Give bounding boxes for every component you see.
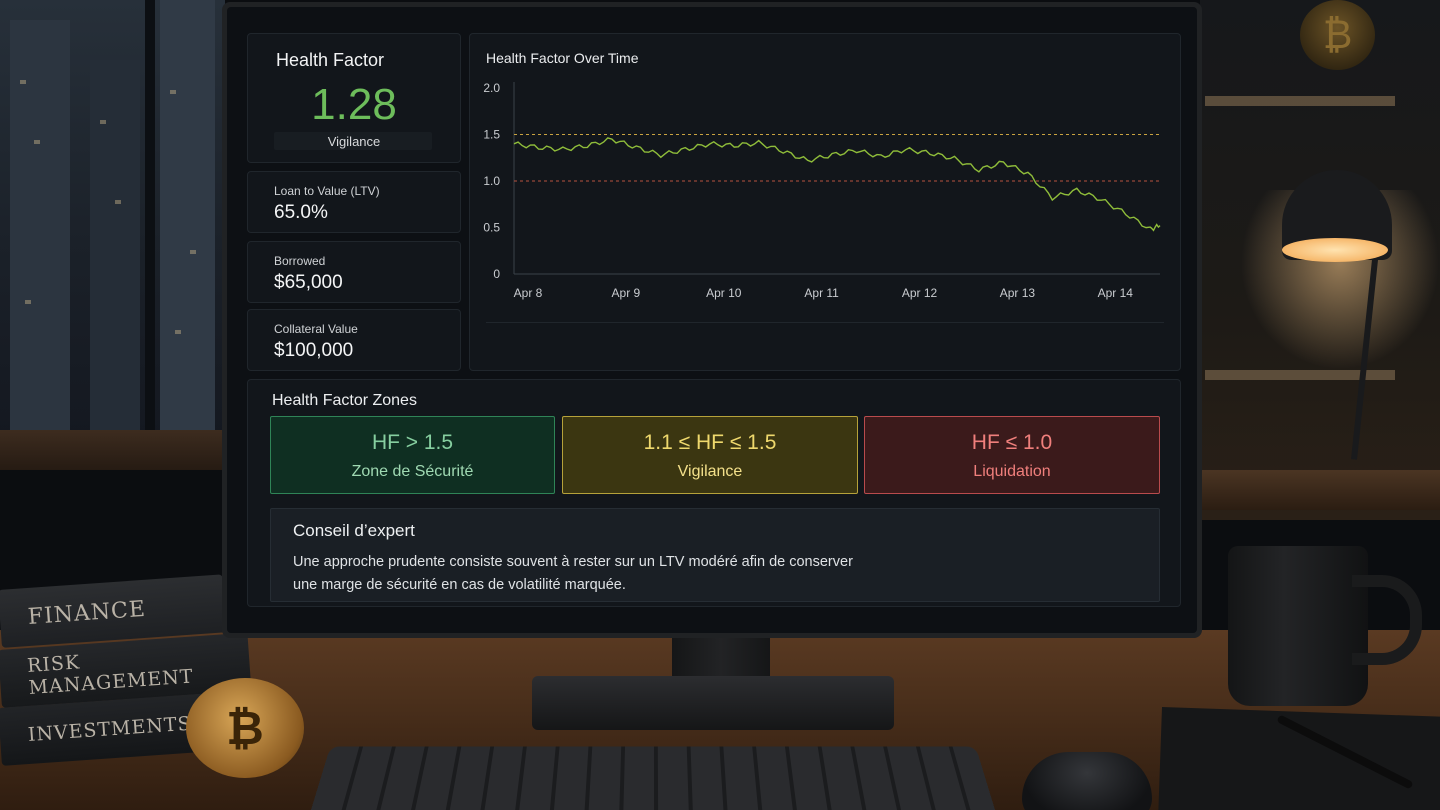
collateral-card: Collateral Value $100,000 (247, 309, 461, 371)
x-tick-label: Apr 14 (1098, 286, 1134, 300)
side-table (0, 430, 225, 470)
mouse-icon (1022, 752, 1152, 810)
zone-vigilance: 1.1 ≤ HF ≤ 1.5 Vigilance (562, 416, 858, 494)
zone-safe: HF > 1.5 Zone de Sécurité (270, 416, 555, 494)
advice-text: Une approche prudente consiste souvent à… (293, 551, 933, 597)
zones-title: Health Factor Zones (272, 392, 417, 409)
advice-title: Conseil d’expert (293, 521, 415, 540)
x-tick-label: Apr 13 (1000, 286, 1036, 300)
zone-liquidation-condition: HF ≤ 1.0 (971, 431, 1053, 454)
y-tick-label: 0.5 (483, 221, 500, 235)
collateral-value: $100,000 (274, 340, 354, 361)
health-factor-chart-card: Health Factor Over Time 0 0.5 1.0 1.5 2.0 Apr… (469, 33, 1181, 371)
ltv-value: 65.0% (274, 202, 328, 223)
bitcoin-icon: ₿ (1300, 0, 1375, 70)
coffee-mug-icon (1228, 546, 1368, 706)
advice-text-line: Une approche prudente consiste souvent à… (293, 554, 853, 570)
zone-safe-label: Zone de Sécurité (351, 463, 474, 480)
zone-safe-condition: HF > 1.5 (371, 431, 454, 454)
dashboard-screen: Health Factor 1.28 Vigilance Loan to Val… (227, 7, 1197, 633)
borrowed-value: $65,000 (274, 272, 343, 293)
ltv-card: Loan to Value (LTV) 65.0% (247, 171, 461, 233)
shelf (1205, 370, 1395, 380)
x-tick-label: Apr 10 (706, 286, 742, 300)
zone-liquidation: HF ≤ 1.0 Liquidation (864, 416, 1160, 494)
zone-vigilance-condition: 1.1 ≤ HF ≤ 1.5 (643, 431, 777, 454)
shelf (1205, 96, 1395, 106)
monitor-stand-base (532, 676, 894, 730)
y-tick-label: 2.0 (483, 81, 500, 95)
borrowed-card: Borrowed $65,000 (247, 241, 461, 303)
health-factor-series-line (513, 137, 1161, 232)
keyboard (304, 746, 1002, 810)
collateral-label: Collateral Value (274, 322, 358, 336)
y-tick-label: 1.5 (483, 128, 500, 142)
x-tick-label: Apr 9 (612, 286, 641, 300)
mug-handle (1352, 575, 1422, 665)
city-window (0, 0, 225, 440)
x-tick-label: Apr 11 (804, 286, 839, 300)
y-tick-label: 1.0 (483, 174, 500, 188)
zone-vigilance-label: Vigilance (677, 463, 743, 480)
lamp-bulb (1282, 238, 1388, 262)
side-table (1200, 470, 1440, 510)
y-tick-label: 0 (493, 267, 500, 281)
notebook (1158, 706, 1440, 810)
advice-text-line: une marge de sécurité en cas de volatili… (293, 577, 626, 593)
health-factor-value: 1.28 (311, 80, 397, 129)
expert-advice-panel: Conseil d’expert Une approche prudente c… (270, 508, 1160, 602)
bitcoin-icon: ₿ (186, 678, 304, 778)
health-factor-card: Health Factor 1.28 Vigilance (247, 33, 461, 163)
x-tick-label: Apr 12 (902, 286, 938, 300)
zone-liquidation-label: Liquidation (973, 463, 1051, 480)
monitor: Health Factor 1.28 Vigilance Loan to Val… (222, 2, 1202, 638)
health-factor-line-chart: 0 0.5 1.0 1.5 2.0 Apr 8 Apr 9 Apr 10 Apr 11 Apr 1… (483, 81, 1161, 300)
health-factor-status: Vigilance (327, 134, 381, 149)
borrowed-label: Borrowed (274, 254, 326, 268)
chart-divider (486, 322, 1164, 323)
zones-card: Health Factor Zones HF > 1.5 Zone de Séc… (247, 379, 1181, 607)
ltv-label: Loan to Value (LTV) (274, 184, 380, 198)
x-tick-label: Apr 8 (514, 286, 543, 300)
health-factor-title: Health Factor (276, 50, 385, 70)
